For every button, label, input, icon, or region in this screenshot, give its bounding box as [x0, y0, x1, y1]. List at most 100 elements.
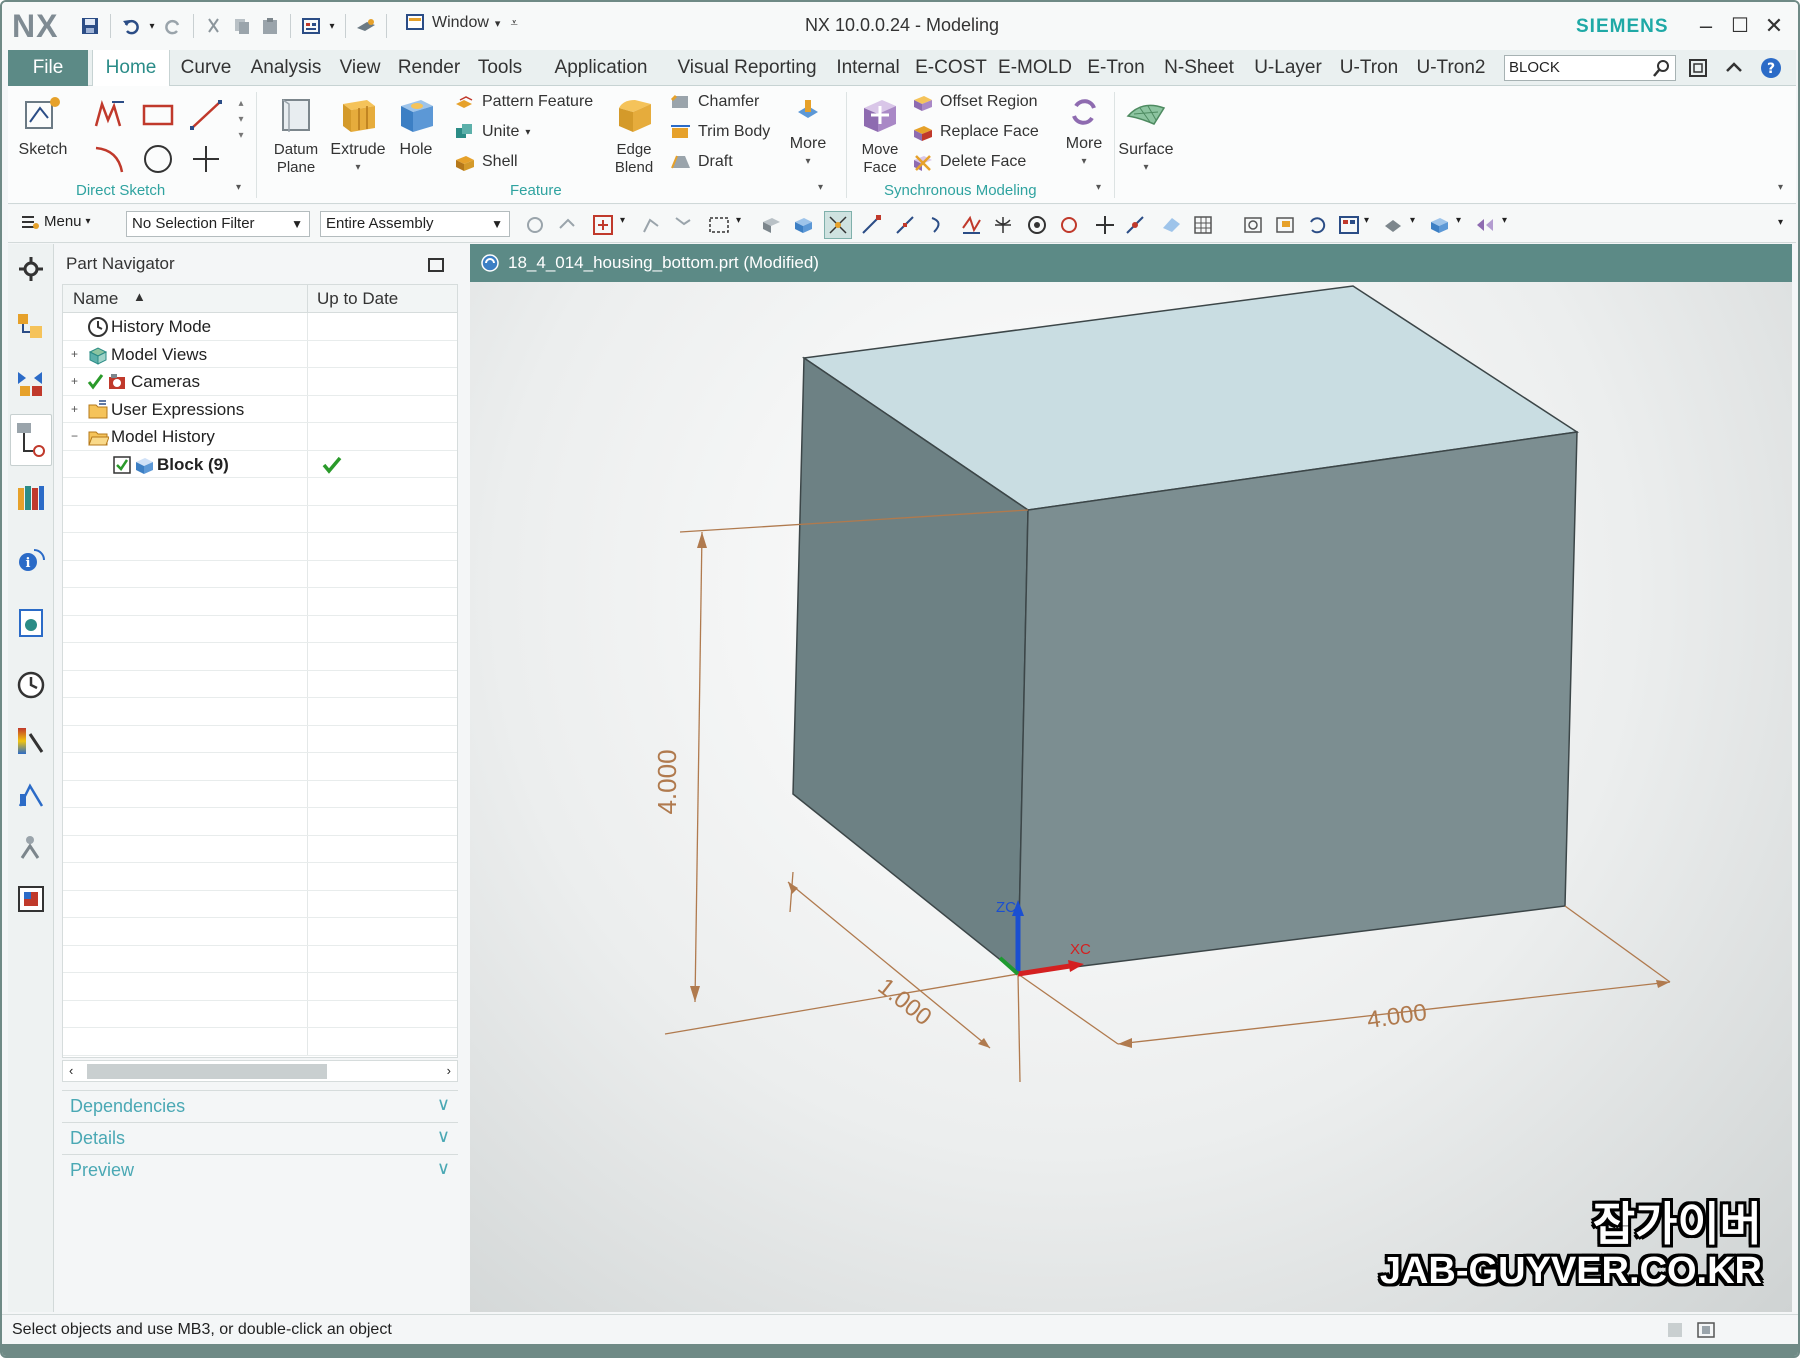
reuse-library-icon[interactable] — [16, 482, 46, 512]
scroll-left-icon[interactable]: ‹ — [69, 1063, 73, 1078]
existing-point-icon[interactable] — [1094, 214, 1116, 236]
quadrant-point-icon[interactable] — [1026, 214, 1048, 236]
tab-n-sheet[interactable]: N-Sheet — [1154, 50, 1244, 86]
arc-center-icon[interactable] — [992, 214, 1014, 236]
assembly-navigator-icon[interactable] — [16, 312, 46, 342]
delete-face-button[interactable]: Delete Face — [912, 150, 1026, 174]
redo-icon[interactable] — [159, 12, 187, 40]
zoom-icon[interactable] — [1274, 214, 1296, 236]
rendering-style-icon[interactable] — [1382, 214, 1404, 236]
collapse-ribbon-icon[interactable] — [1724, 58, 1744, 78]
scrollbar-thumb[interactable] — [87, 1064, 327, 1079]
feature-expand-icon[interactable]: ▾ — [818, 182, 823, 193]
tab-e-tron[interactable]: E-Tron — [1078, 50, 1154, 86]
chevron-down-icon[interactable]: ▾ — [1364, 215, 1369, 226]
move-face-button[interactable]: Move Face — [852, 94, 908, 177]
sync-more-button[interactable]: More ▾ — [1058, 94, 1110, 171]
chamfer-button[interactable]: Chamfer — [670, 90, 759, 114]
chevron-down-icon[interactable]: ▾ — [1456, 215, 1461, 226]
direct-sketch-expand-icon[interactable]: ▾ — [236, 182, 241, 193]
tab-render[interactable]: Render — [392, 50, 466, 86]
3d-viewport[interactable]: 4.000 1.000 4.000 ZC XC — [470, 282, 1792, 1312]
extrude-dropdown-icon[interactable]: ▾ — [330, 159, 386, 177]
tab-u-layer[interactable]: U-Layer — [1244, 50, 1332, 86]
paste-icon[interactable] — [256, 12, 284, 40]
maximize-button[interactable]: ☐ — [1724, 12, 1756, 40]
column-name-header[interactable]: Name — [73, 289, 118, 309]
customize-quick-access-icon[interactable]: ⩡ — [510, 15, 517, 31]
search-icon[interactable] — [1652, 58, 1672, 78]
details-panel[interactable]: Details ∨ — [62, 1122, 458, 1152]
selection-filter-dropdown[interactable]: No Selection Filter ▼ — [126, 211, 310, 237]
tab-analysis[interactable]: Analysis — [242, 50, 330, 86]
chevron-down-icon[interactable]: ▾ — [1502, 215, 1507, 226]
tab-visual-reporting[interactable]: Visual Reporting — [668, 50, 826, 86]
model-canvas[interactable]: 4.000 1.000 4.000 ZC XC — [470, 282, 1792, 1312]
rotate-icon[interactable] — [1306, 214, 1328, 236]
selection-scope-dropdown[interactable]: Entire Assembly ▼ — [320, 211, 510, 237]
end-point-icon[interactable] — [860, 214, 882, 236]
surface-dropdown-icon[interactable]: ▾ — [1118, 159, 1174, 177]
tab-e-cost[interactable]: E-COST — [910, 50, 992, 86]
dimension-depth-label[interactable]: 1.000 — [873, 973, 937, 1031]
chevron-down-icon[interactable]: ▾ — [1410, 215, 1415, 226]
preview-panel[interactable]: Preview ∨ — [62, 1154, 458, 1184]
select-feature-icon[interactable] — [672, 214, 694, 236]
select-body-icon[interactable] — [792, 214, 814, 236]
save-icon[interactable] — [76, 12, 104, 40]
unite-button[interactable]: Unite ▾ — [454, 120, 530, 144]
undo-icon[interactable] — [117, 12, 145, 40]
toolbar-options-icon[interactable]: ▾ — [1778, 217, 1783, 228]
expand-icon[interactable]: + — [71, 375, 81, 387]
tab-u-tron[interactable]: U-Tron — [1332, 50, 1406, 86]
status-layers-icon[interactable] — [1666, 1321, 1686, 1339]
block-front-face[interactable] — [1017, 431, 1578, 975]
tree-row-history-mode[interactable]: History Mode — [63, 313, 457, 341]
column-uptodate-header[interactable]: Up to Date — [317, 289, 398, 309]
dimension-height-label[interactable]: 4.000 — [652, 749, 682, 814]
undo-dropdown-icon[interactable]: ▾ — [145, 12, 159, 40]
maximize-panel-icon[interactable] — [428, 258, 444, 272]
tree-row-cameras[interactable]: + Cameras — [63, 368, 457, 396]
intersection-point-icon[interactable] — [960, 214, 982, 236]
dependencies-panel[interactable]: Dependencies ∨ — [62, 1090, 458, 1120]
extrude-button[interactable]: Extrude ▾ — [330, 94, 386, 177]
role-icon[interactable] — [16, 780, 46, 810]
horizontal-scrollbar[interactable]: ‹ › — [62, 1060, 458, 1082]
sketch-button[interactable]: Sketch — [18, 94, 68, 159]
window-menu[interactable]: Window ▾ ⩡ — [406, 14, 518, 32]
layout-icon[interactable] — [297, 12, 325, 40]
expand-icon[interactable]: + — [71, 403, 81, 415]
copy-icon[interactable] — [228, 12, 256, 40]
grid-icon[interactable] — [1192, 214, 1214, 236]
minimize-button[interactable]: – — [1690, 12, 1722, 40]
tree-row-block[interactable]: Block (9) — [63, 450, 457, 478]
tab-internal[interactable]: Internal — [826, 50, 910, 86]
trim-body-button[interactable]: Trim Body — [670, 120, 770, 144]
tree-row-model-history[interactable]: − Model History — [63, 423, 457, 451]
point-icon[interactable] — [188, 142, 224, 176]
status-fullscreen-icon[interactable] — [1696, 1321, 1716, 1339]
dimension-width-label[interactable]: 4.000 — [1365, 999, 1428, 1034]
sketch-gallery-scroll[interactable]: ▴ ▾ ▾ — [234, 96, 248, 144]
tab-curve[interactable]: Curve — [172, 50, 240, 86]
cut-icon[interactable] — [200, 12, 228, 40]
web-browser-icon[interactable] — [16, 608, 46, 638]
part-navigator-tab[interactable] — [10, 414, 52, 466]
line-icon[interactable] — [188, 98, 224, 132]
visual-reporting-icon[interactable] — [16, 884, 46, 914]
shell-button[interactable]: Shell — [454, 150, 518, 174]
tab-view[interactable]: View — [332, 50, 388, 86]
expand-icon[interactable]: + — [71, 348, 81, 360]
profile-icon[interactable] — [92, 98, 128, 132]
constraint-navigator-icon[interactable] — [16, 368, 46, 398]
full-screen-icon[interactable] — [1688, 58, 1708, 78]
feature-more-button[interactable]: More ▾ — [780, 94, 836, 171]
gear-icon[interactable] — [16, 254, 46, 284]
tab-application[interactable]: Application — [534, 50, 668, 86]
mid-point-icon[interactable] — [894, 214, 916, 236]
snap-icon[interactable] — [640, 214, 662, 236]
unite-dropdown-icon[interactable]: ▾ — [525, 127, 530, 138]
sync-expand-icon[interactable]: ▾ — [1096, 182, 1101, 193]
scroll-right-icon[interactable]: › — [447, 1063, 451, 1078]
